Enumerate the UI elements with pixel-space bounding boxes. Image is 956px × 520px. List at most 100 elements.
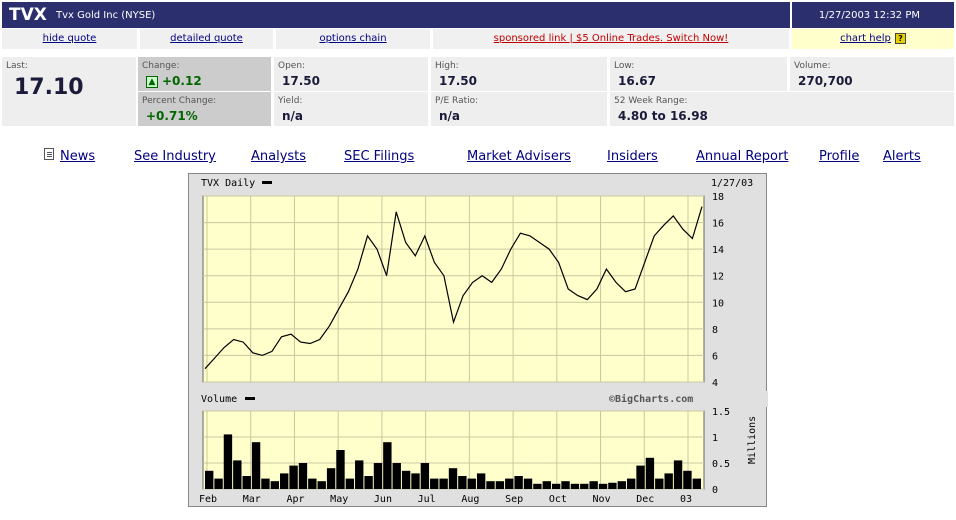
volume-bar <box>411 473 420 489</box>
volume-bar <box>439 478 448 489</box>
month-tick-label: Jun <box>374 494 392 505</box>
price-tick-label: 8 <box>712 325 718 336</box>
volume-bar <box>430 478 439 489</box>
volume-cell: Volume: 270,700 <box>790 57 954 91</box>
volume-bar <box>523 478 533 489</box>
volume-bar <box>392 463 401 489</box>
low-label: Low: <box>614 61 635 71</box>
volume-bar <box>223 434 233 489</box>
open-label: Open: <box>278 61 306 71</box>
volume-bar <box>280 473 289 489</box>
nav-see-industry[interactable]: See Industry <box>134 149 216 164</box>
pe-label: P/E Ratio: <box>435 96 479 106</box>
sponsored-link[interactable]: sponsored link | $5 Online Trades. Switc… <box>494 33 729 44</box>
quote-datetime: 1/27/2003 12:32 PM <box>818 10 920 21</box>
volume-bar <box>598 483 608 489</box>
options-chain-link[interactable]: options chain <box>319 33 386 44</box>
volume-bar <box>270 481 280 489</box>
volume-bar <box>261 478 270 489</box>
volume-bar <box>448 468 458 489</box>
volume-bar <box>551 483 561 489</box>
volume-bar <box>364 476 373 489</box>
volume-bar <box>383 442 392 489</box>
volume-bar <box>298 463 308 489</box>
options-chain-cell: options chain <box>276 29 430 49</box>
yield-label: Yield: <box>278 96 303 106</box>
bigcharts-watermark: ©BigCharts.com <box>609 393 693 405</box>
nav-annual-report[interactable]: Annual Report <box>696 149 788 164</box>
volume-bar <box>505 478 514 489</box>
volume-bar <box>636 465 645 489</box>
price-tick-label: 18 <box>712 192 724 203</box>
month-tick-label: Nov <box>593 494 611 505</box>
yield-value: n/a <box>282 109 304 123</box>
quote-links-row: hide quote detailed quote options chain … <box>2 29 954 49</box>
chart-help-link[interactable]: chart help <box>840 33 891 44</box>
price-tick-label: 12 <box>712 272 724 283</box>
month-axis: Feb Mar Apr May Jun Jul Aug Sep Oct Nov Dec 03 <box>199 494 692 505</box>
nav-market-advisers[interactable]: Market Advisers <box>467 149 571 164</box>
volume-bar <box>308 478 317 489</box>
low-value: 16.67 <box>618 74 656 88</box>
volume-bar <box>233 460 242 489</box>
last-label: Last: <box>6 61 28 71</box>
open-cell: Open: 17.50 <box>274 57 428 91</box>
range-cell: 52 Week Range: 4.80 to 16.98 <box>610 92 954 126</box>
percent-change-label: Percent Change: <box>142 96 217 106</box>
nav-sec-filings[interactable]: SEC Filings <box>344 149 414 164</box>
hide-quote-link[interactable]: hide quote <box>43 33 97 44</box>
change-value-wrap: ▲ +0.12 <box>146 74 202 88</box>
detailed-quote-link[interactable]: detailed quote <box>170 33 243 44</box>
quote-header: TVX Tvx Gold Inc (NYSE) 1/27/2003 12:32 … <box>2 2 954 28</box>
nav-profile[interactable]: Profile <box>819 149 859 164</box>
pe-cell: P/E Ratio: n/a <box>431 92 607 126</box>
volume-bar <box>542 481 551 489</box>
volume-tick-label: 0 <box>712 485 718 496</box>
high-cell: High: 17.50 <box>431 57 607 91</box>
volume-bar <box>486 481 495 489</box>
volume-bar <box>608 482 617 489</box>
header-divider <box>790 2 792 28</box>
question-icon[interactable]: ? <box>894 32 906 44</box>
volume-tick-label: 1.5 <box>712 407 730 418</box>
price-plot-area <box>202 195 705 383</box>
sponsored-cell: sponsored link | $5 Online Trades. Switc… <box>433 29 789 49</box>
volume-axis: 1.5 1 0.5 0 <box>712 407 730 496</box>
volume-bar <box>580 483 589 489</box>
ticker-symbol: TVX <box>9 5 47 25</box>
month-tick-label: Oct <box>549 494 567 505</box>
volume-bar <box>645 457 655 489</box>
range-value: 4.80 to 16.98 <box>618 109 708 123</box>
volume-bar <box>683 470 692 489</box>
month-tick-label: Sep <box>505 494 523 505</box>
month-tick-label: 03 <box>680 494 692 505</box>
nav-alerts[interactable]: Alerts <box>883 149 921 164</box>
volume-bar <box>664 473 673 489</box>
nav-analysts[interactable]: Analysts <box>251 149 306 164</box>
last-price-cell: Last: 17.10 <box>2 57 136 126</box>
price-legend-swatch <box>262 181 272 184</box>
nav-news[interactable]: News <box>60 149 95 164</box>
detailed-quote-cell: detailed quote <box>140 29 273 49</box>
month-tick-label: May <box>330 494 348 505</box>
volume-bar <box>251 442 261 489</box>
low-cell: Low: 16.67 <box>610 57 787 91</box>
volume-unit-label: Millions <box>747 416 758 464</box>
high-label: High: <box>435 61 459 71</box>
volume-tick-label: 0.5 <box>712 459 730 470</box>
volume-bar <box>570 483 580 489</box>
volume-value: 270,700 <box>798 74 853 88</box>
volume-bar <box>289 465 298 489</box>
volume-bar <box>617 481 626 489</box>
volume-bar <box>476 473 486 489</box>
month-tick-label: Aug <box>461 494 479 505</box>
nav-insiders[interactable]: Insiders <box>607 149 658 164</box>
volume-bar <box>655 478 664 489</box>
open-value: 17.50 <box>282 74 320 88</box>
change-label: Change: <box>142 61 180 71</box>
price-tick-label: 16 <box>712 219 724 230</box>
pe-value: n/a <box>439 109 461 123</box>
volume-bar <box>401 470 411 489</box>
change-value: +0.12 <box>162 74 202 88</box>
hide-quote-cell: hide quote <box>2 29 137 49</box>
